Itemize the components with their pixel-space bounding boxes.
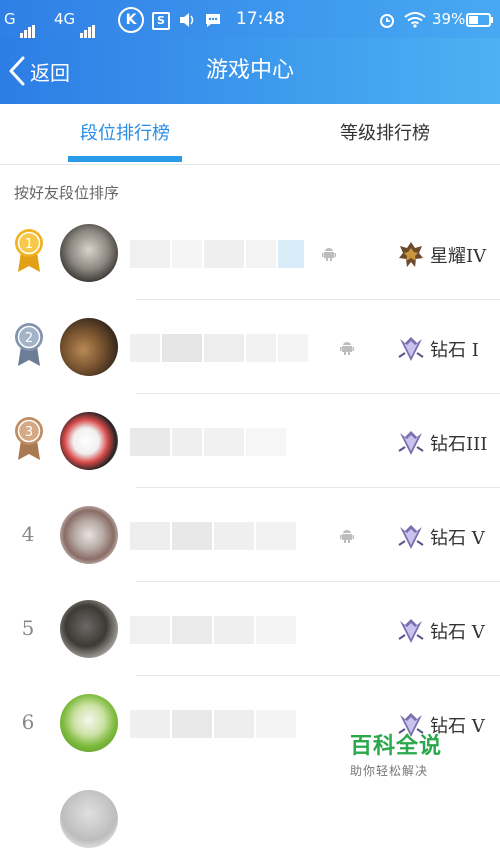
status-bar: G 4G K S 17:48 39% <box>0 0 500 39</box>
avatar[interactable] <box>60 318 118 376</box>
k-app-icon: K <box>118 0 144 38</box>
section-label: 按好友段位排序 <box>14 184 120 202</box>
page-title: 游戏中心 <box>205 58 294 83</box>
tab-level-ladder[interactable]: 等级排行榜 <box>320 104 450 164</box>
tier-label: 钻石 I <box>430 340 479 361</box>
s-app-icon: S <box>152 0 170 38</box>
watermark-subtitle: 助你轻松解决 <box>350 764 429 778</box>
rank-number: 1 <box>25 237 33 252</box>
tier-label: 星耀IV <box>430 246 487 267</box>
carrier-1-label: G <box>4 10 16 28</box>
avatar[interactable] <box>60 694 118 752</box>
avatar[interactable] <box>60 412 118 470</box>
active-tab-indicator <box>68 156 182 162</box>
silver-medal-icon: 2 <box>15 323 43 366</box>
gold-medal-icon: 1 <box>15 229 43 272</box>
wifi-icon <box>404 0 426 38</box>
tier-badge: 钻石 V <box>398 522 498 552</box>
tier-label: 钻石 V <box>430 528 485 549</box>
blurred-username <box>130 710 320 738</box>
battery-percent: 39% <box>432 10 466 28</box>
battery-icon <box>466 0 494 38</box>
diamond-icon <box>398 619 424 643</box>
blurred-username <box>130 240 320 268</box>
tier-label: 钻石 V <box>430 622 485 643</box>
tier-badge: 星耀IV <box>398 240 498 270</box>
star-glory-icon <box>399 242 423 267</box>
avatar[interactable] <box>60 790 118 848</box>
leaderboard-row[interactable]: 2 钻石 I <box>0 300 500 394</box>
blurred-username <box>130 616 320 644</box>
tier-badge: 钻石 V <box>398 616 498 646</box>
diamond-icon <box>398 525 424 549</box>
signal-bars-icon <box>20 1 36 39</box>
leaderboard-row[interactable]: 4 钻石 V <box>0 488 500 582</box>
android-icon <box>340 530 354 543</box>
avatar[interactable] <box>60 600 118 658</box>
app-header: 返回 游戏中心 <box>0 38 500 104</box>
android-icon <box>340 342 354 355</box>
signal-2: 4G <box>54 0 96 39</box>
blurred-username <box>130 522 320 550</box>
rank-number: 2 <box>25 331 33 346</box>
watermark-title: 百科全说 <box>350 734 443 759</box>
blurred-username <box>130 428 320 456</box>
watermark: 百科全说 助你轻松解决 <box>350 728 480 788</box>
leaderboard-row[interactable]: 3 钻石III <box>0 394 500 488</box>
diamond-icon <box>398 337 424 361</box>
rank-number: 3 <box>25 425 33 440</box>
avatar[interactable] <box>60 224 118 282</box>
chat-icon <box>204 0 222 38</box>
vibrate-icon <box>178 0 196 38</box>
tier-label: 钻石III <box>430 434 488 455</box>
avatar[interactable] <box>60 506 118 564</box>
carrier-2-label: 4G <box>54 10 76 28</box>
rank-number: 4 <box>21 522 35 546</box>
bronze-medal-icon: 3 <box>15 417 43 460</box>
status-time: 17:48 <box>236 9 285 29</box>
leaderboard-row[interactable]: 1 星耀IV <box>0 206 500 300</box>
tab-rank-ladder[interactable]: 段位排行榜 <box>68 104 182 164</box>
signal-1: G <box>4 0 36 39</box>
rank-number: 5 <box>21 616 35 640</box>
leaderboard-row[interactable]: 5 钻石 V <box>0 582 500 676</box>
alarm-icon <box>378 0 396 38</box>
diamond-icon <box>398 431 424 455</box>
android-icon <box>322 248 336 261</box>
tier-badge: 钻石 I <box>398 334 498 364</box>
blurred-username <box>130 334 320 362</box>
signal-bars-icon <box>79 1 96 39</box>
rank-number: 6 <box>21 710 35 734</box>
tier-badge: 钻石III <box>398 428 498 458</box>
